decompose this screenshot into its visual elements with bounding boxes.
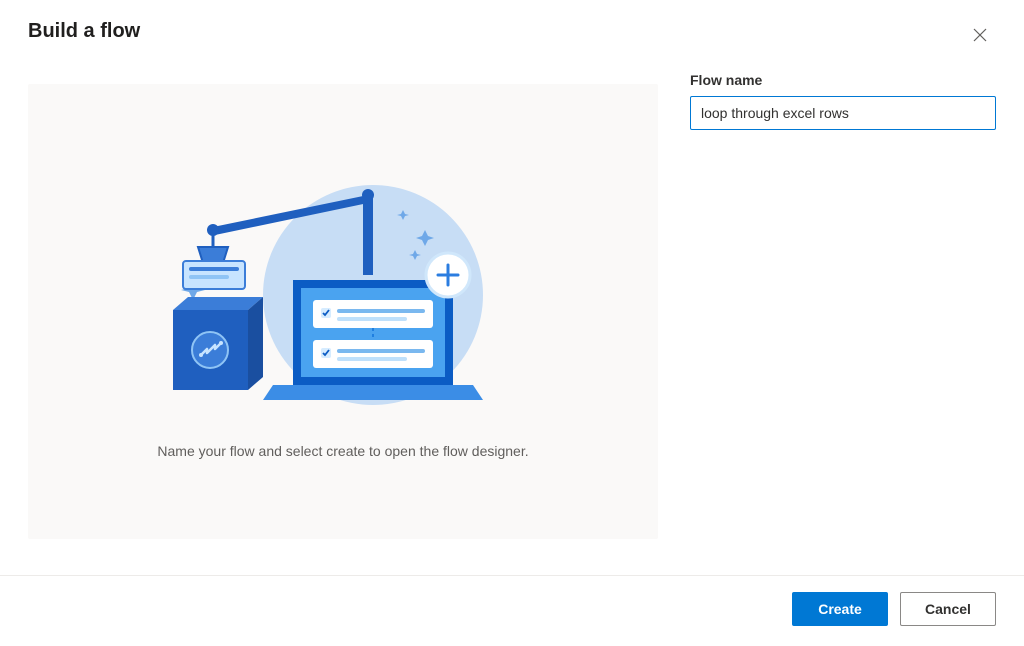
close-icon [973,28,987,45]
illustration-panel: Name your flow and select create to open… [28,84,658,539]
flow-name-label: Flow name [690,72,996,88]
flow-name-input[interactable] [690,96,996,130]
build-flow-dialog: Build a flow [0,0,1024,646]
close-button[interactable] [964,20,996,52]
dialog-content: Name your flow and select create to open… [0,64,1024,575]
dialog-header: Build a flow [0,0,1024,64]
dialog-footer: Create Cancel [0,575,1024,646]
form-panel: Flow name [690,64,996,575]
dialog-title: Build a flow [28,20,140,43]
flow-illustration [153,165,533,415]
cancel-button[interactable]: Cancel [900,592,996,626]
create-button[interactable]: Create [792,592,888,626]
instruction-text: Name your flow and select create to open… [157,443,528,459]
